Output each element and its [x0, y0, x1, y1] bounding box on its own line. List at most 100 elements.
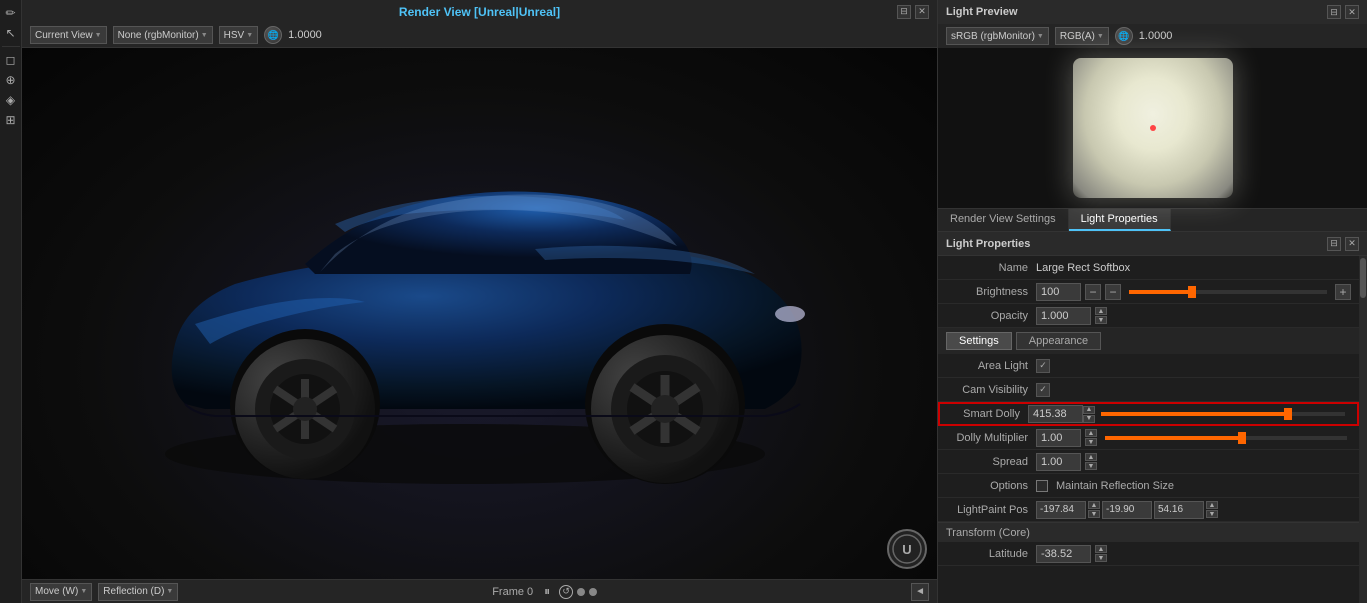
properties-scrollbar[interactable] [1359, 256, 1367, 603]
tab-render-view-settings[interactable]: Render View Settings [938, 209, 1069, 231]
preview-color-profile[interactable]: sRGB (rgbMonitor) [946, 27, 1049, 45]
opacity-input[interactable] [1036, 307, 1091, 325]
pause-button[interactable]: ⏸ [539, 584, 555, 600]
options-label: Options [946, 480, 1036, 492]
dot-button2[interactable] [589, 588, 597, 596]
viewport-title: Render View [Unreal|Unreal] [399, 5, 560, 19]
preview-minimize[interactable]: ⊟ [1327, 5, 1341, 19]
preview-window-controls: ⊟ ✕ [1327, 5, 1359, 19]
lp-minimize[interactable]: ⊟ [1327, 237, 1341, 251]
dot-button1[interactable] [577, 588, 585, 596]
brightness-plus[interactable]: + [1335, 284, 1351, 300]
opacity-spinner: ▲ ▼ [1095, 307, 1107, 324]
spread-spinner: ▲ ▼ [1085, 453, 1097, 470]
toolbar-icon-item2[interactable]: ⊕ [2, 71, 20, 89]
preview-close[interactable]: ✕ [1345, 5, 1359, 19]
opacity-spin-down[interactable]: ▼ [1095, 316, 1107, 324]
latitude-row: Latitude ▲ ▼ [938, 542, 1359, 566]
car-svg [105, 124, 855, 504]
cam-visibility-label: Cam Visibility [946, 384, 1036, 396]
lat-spin-up[interactable]: ▲ [1095, 545, 1107, 553]
name-value: Large Rect Softbox [1036, 262, 1130, 274]
spread-row: Spread ▲ ▼ [938, 450, 1359, 474]
lp-z-down[interactable]: ▼ [1206, 510, 1218, 518]
settings-tab[interactable]: Settings [946, 332, 1012, 350]
ue-logo: U [887, 529, 927, 569]
spread-spin-down[interactable]: ▼ [1085, 462, 1097, 470]
brightness-value-container: − − + [1036, 283, 1351, 301]
lp-z-up[interactable]: ▲ [1206, 501, 1218, 509]
toolbar-icon-pencil[interactable]: ✏ [2, 4, 20, 22]
lightpaint-y-input[interactable] [1102, 501, 1152, 519]
dolly-mult-spin-down[interactable]: ▼ [1085, 438, 1097, 446]
lightpaint-z-input[interactable] [1154, 501, 1204, 519]
softbox-preview [1073, 58, 1233, 198]
bottom-bar: Move (W) Reflection (D) Frame 0 ⏸ ↺ ◄ [22, 579, 937, 603]
settings-tabs: Settings Appearance [938, 328, 1359, 354]
toolbar-icon-item4[interactable]: ⊞ [2, 111, 20, 129]
spread-spin-up[interactable]: ▲ [1085, 453, 1097, 461]
loop-button[interactable]: ↺ [559, 585, 573, 599]
toolbar-icon-cursor[interactable]: ↖ [2, 24, 20, 42]
area-light-checkbox[interactable]: ✓ [1036, 359, 1050, 373]
lp-x-up[interactable]: ▲ [1088, 501, 1100, 509]
brightness-slider[interactable] [1129, 290, 1327, 294]
smart-dolly-spin-up[interactable]: ▲ [1083, 406, 1095, 414]
reflection-mode-dropdown[interactable]: Reflection (D) [98, 583, 178, 601]
color-mode-dropdown[interactable]: HSV [219, 26, 259, 44]
nav-arrow[interactable]: ◄ [911, 583, 929, 601]
preview-globe[interactable]: 🌐 [1115, 27, 1133, 45]
lp-x-down[interactable]: ▼ [1088, 510, 1100, 518]
dolly-multiplier-value-container: ▲ ▼ [1036, 429, 1351, 447]
dolly-multiplier-slider[interactable] [1105, 436, 1347, 440]
dolly-multiplier-input[interactable] [1036, 429, 1081, 447]
color-profile-dropdown[interactable]: None (rgbMonitor) [113, 26, 213, 44]
toolbar-icon-item1[interactable]: ◻ [2, 51, 20, 69]
smart-dolly-slider[interactable] [1101, 412, 1345, 416]
opacity-spin-up[interactable]: ▲ [1095, 307, 1107, 315]
smart-dolly-input[interactable] [1028, 405, 1083, 423]
viewport-close[interactable]: ✕ [915, 5, 929, 19]
move-mode-dropdown[interactable]: Move (W) [30, 583, 92, 601]
latitude-value-container: ▲ ▼ [1036, 545, 1351, 563]
light-preview-title: Light Preview [946, 6, 1018, 18]
brightness-minus[interactable]: − [1085, 284, 1101, 300]
name-row: Name Large Rect Softbox [938, 256, 1359, 280]
opacity-row: Opacity ▲ ▼ [938, 304, 1359, 328]
tab-light-properties[interactable]: Light Properties [1069, 209, 1171, 231]
lightpaint-x-input[interactable] [1036, 501, 1086, 519]
opacity-value-container: ▲ ▼ [1036, 307, 1351, 325]
light-properties-panel: Light Properties ⊟ ✕ Name Large Rect Sof… [938, 232, 1367, 603]
viewport-controls: Current View None (rgbMonitor) HSV 🌐 1.0… [22, 24, 937, 48]
appearance-tab[interactable]: Appearance [1016, 332, 1101, 350]
latitude-spinner: ▲ ▼ [1095, 545, 1107, 562]
view-dropdown[interactable]: Current View [30, 26, 107, 44]
dolly-mult-spin-up[interactable]: ▲ [1085, 429, 1097, 437]
brightness-minus2[interactable]: − [1105, 284, 1121, 300]
svg-text:U: U [902, 542, 911, 557]
lightpaint-pos-row: LightPaint Pos ▲ ▼ ▲ [938, 498, 1359, 522]
properties-scrollable: Name Large Rect Softbox Brightness − [938, 256, 1367, 603]
transform-header: Transform (Core) [938, 522, 1359, 542]
options-row: Options Maintain Reflection Size [938, 474, 1359, 498]
lat-spin-down[interactable]: ▼ [1095, 554, 1107, 562]
viewport-canvas[interactable]: U [22, 48, 937, 579]
viewport-minimize[interactable]: ⊟ [897, 5, 911, 19]
preview-channel[interactable]: RGB(A) [1055, 27, 1109, 45]
name-label: Name [946, 262, 1036, 274]
lp-close[interactable]: ✕ [1345, 237, 1359, 251]
maintain-reflection-checkbox[interactable] [1036, 480, 1048, 492]
smart-dolly-spinner: ▲ ▼ [1083, 406, 1095, 423]
cam-visibility-checkbox[interactable]: ✓ [1036, 383, 1050, 397]
spread-input[interactable] [1036, 453, 1081, 471]
latitude-input[interactable] [1036, 545, 1091, 563]
brightness-input[interactable] [1036, 283, 1081, 301]
globe-icon[interactable]: 🌐 [264, 26, 282, 44]
toolbar-icon-item3[interactable]: ◈ [2, 91, 20, 109]
smart-dolly-label: Smart Dolly [948, 408, 1028, 420]
dolly-multiplier-row: Dolly Multiplier ▲ ▼ [938, 426, 1359, 450]
cam-visibility-value: ✓ [1036, 383, 1351, 397]
dolly-multiplier-label: Dolly Multiplier [946, 432, 1036, 444]
smart-dolly-spin-down[interactable]: ▼ [1083, 415, 1095, 423]
scrollbar-thumb [1360, 258, 1366, 298]
